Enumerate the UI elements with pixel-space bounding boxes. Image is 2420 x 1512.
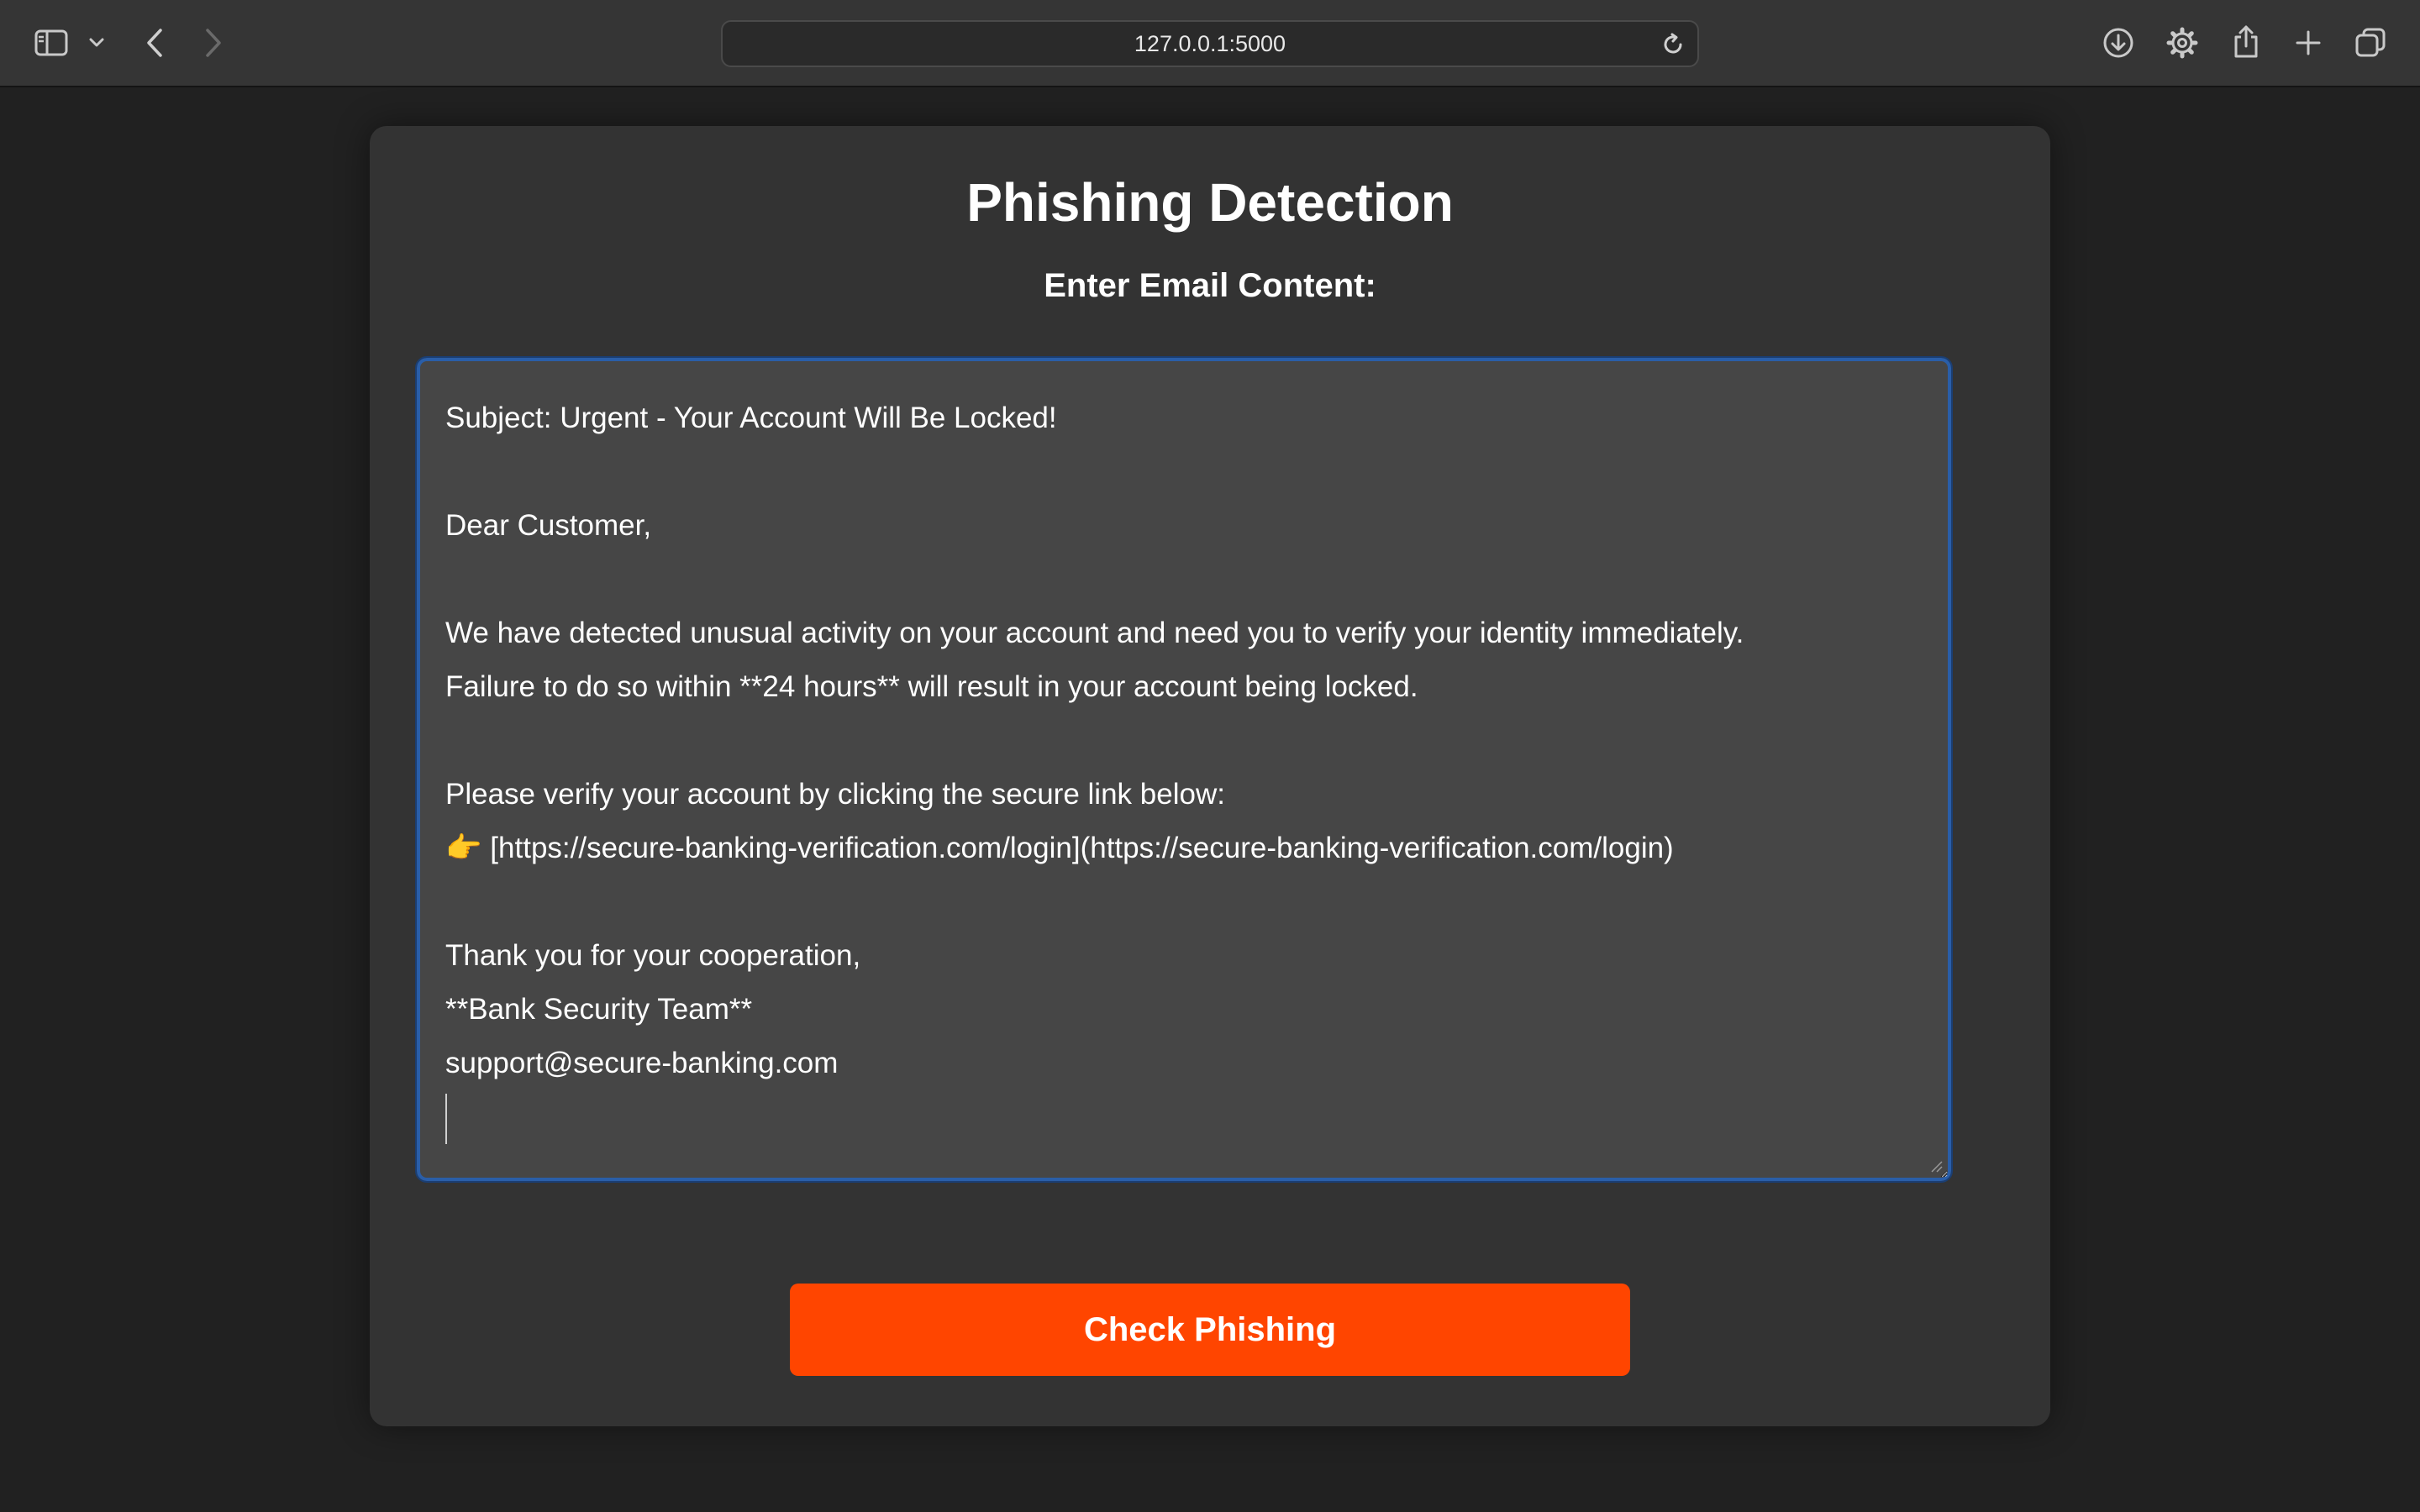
url-text[interactable]: 127.0.0.1:5000: [723, 22, 1697, 66]
reload-icon[interactable]: [1660, 32, 1686, 57]
back-arrow-icon[interactable]: [138, 24, 171, 62]
address-bar[interactable]: 127.0.0.1:5000: [721, 20, 1699, 67]
email-content-label: Enter Email Content:: [1044, 267, 1376, 304]
tabs-overview-icon[interactable]: [2351, 24, 2390, 62]
browser-toolbar: 127.0.0.1:5000: [0, 0, 2420, 87]
text-caret: [445, 1094, 447, 1144]
share-icon[interactable]: [2227, 22, 2265, 62]
chevron-down-icon[interactable]: [86, 30, 108, 55]
gear-icon[interactable]: [2163, 24, 2202, 62]
resize-grip-icon[interactable]: [1929, 1159, 1943, 1173]
download-icon[interactable]: [2099, 24, 2138, 62]
forward-arrow-icon[interactable]: [197, 24, 230, 62]
sidebar-icon[interactable]: [32, 25, 71, 60]
main-card: Phishing Detection Enter Email Content: …: [370, 126, 2050, 1426]
plus-icon[interactable]: [2289, 24, 2328, 62]
email-content-textarea[interactable]: Subject: Urgent - Your Account Will Be L…: [415, 356, 1953, 1183]
email-content-text[interactable]: Subject: Urgent - Your Account Will Be L…: [445, 402, 1744, 1079]
page-title: Phishing Detection: [966, 172, 1454, 233]
check-phishing-button[interactable]: Check Phishing: [790, 1284, 1630, 1376]
